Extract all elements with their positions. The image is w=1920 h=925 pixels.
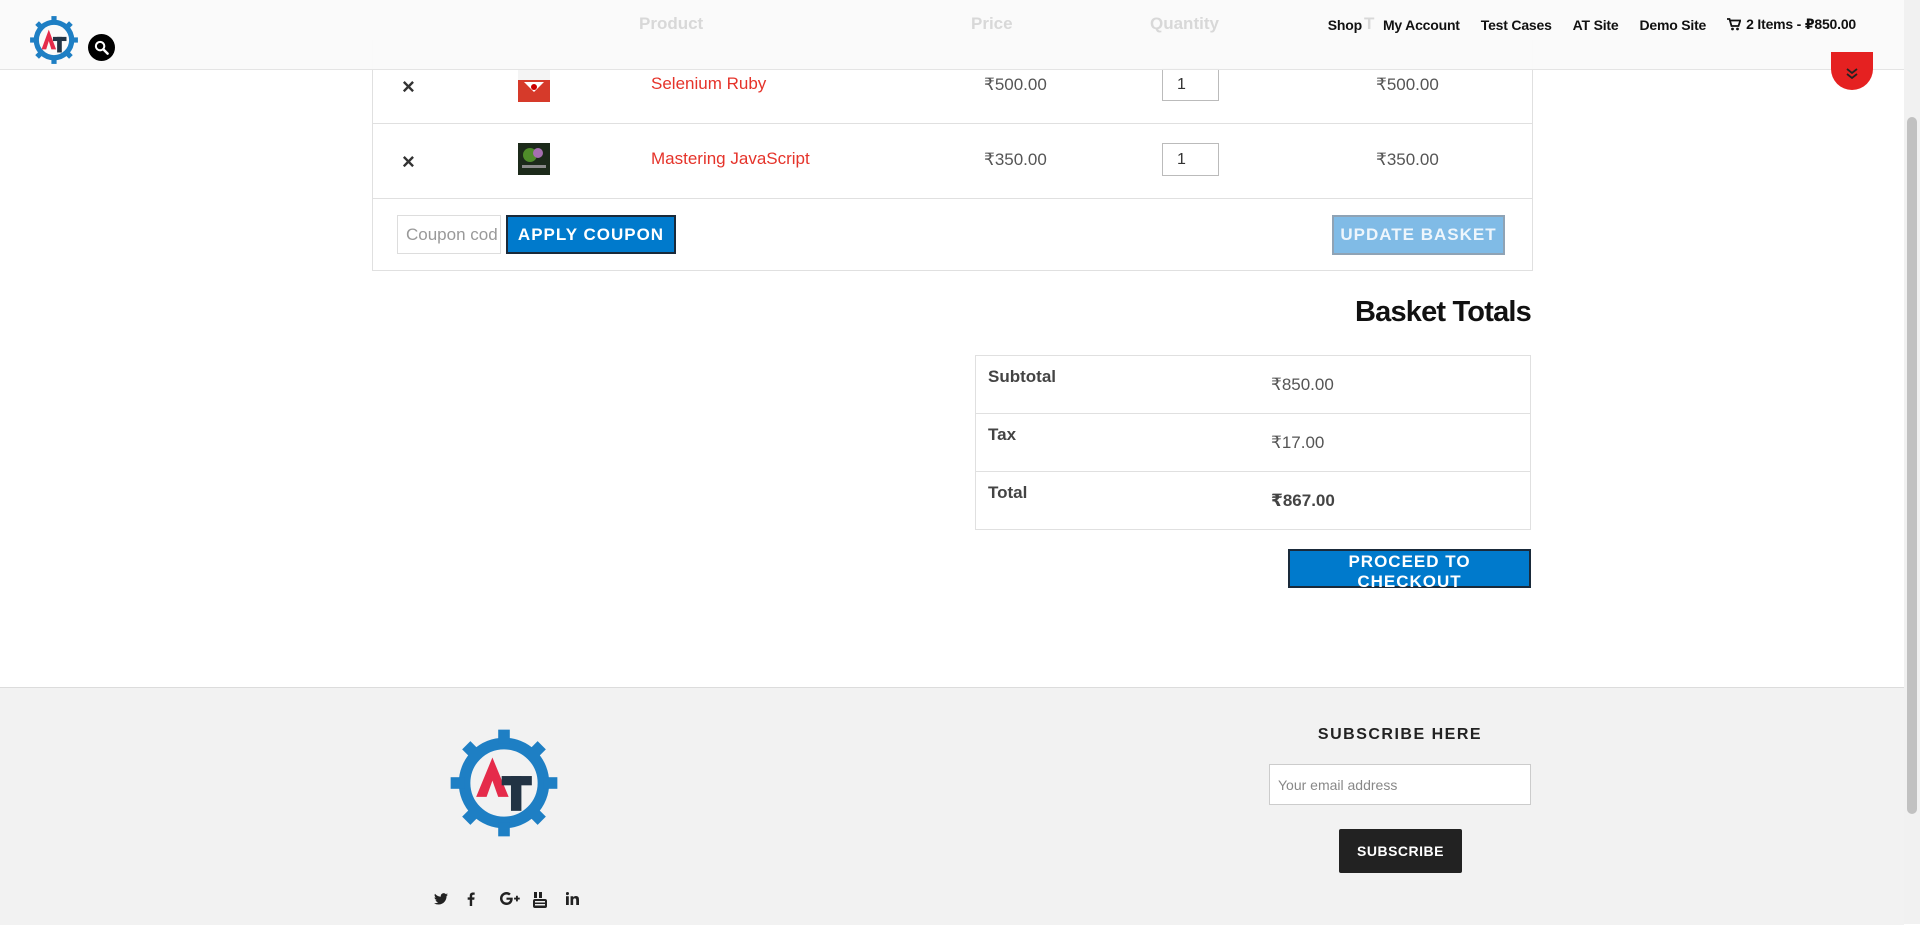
remove-item-button[interactable]: × xyxy=(402,76,415,98)
main-nav: Shop My Account Test Cases AT Site Demo … xyxy=(1328,16,1856,33)
product-link[interactable]: Mastering JavaScript xyxy=(651,149,810,169)
basket-totals-title: Basket Totals xyxy=(1354,296,1532,328)
quantity-input[interactable] xyxy=(1162,143,1219,176)
column-header-price: Price xyxy=(971,14,1013,33)
totals-label: Total xyxy=(988,483,1028,502)
nav-demo-site[interactable]: Demo Site xyxy=(1639,17,1706,33)
search-icon xyxy=(94,40,109,55)
product-subtotal: ₹500.00 xyxy=(1376,75,1439,94)
apply-coupon-button[interactable]: APPLY COUPON xyxy=(506,215,676,254)
double-chevron-down-icon xyxy=(1846,68,1858,80)
cart-icon xyxy=(1727,18,1742,31)
totals-value: ₹867.00 xyxy=(1271,491,1335,510)
page-scrollbar[interactable] xyxy=(1904,0,1920,924)
cart-summary: 2 Items - ₽850.00 xyxy=(1746,16,1856,32)
nav-my-account[interactable]: My Account xyxy=(1383,17,1460,33)
linkedin-icon[interactable] xyxy=(565,892,599,912)
totals-row-tax: Tax ₹17.00 xyxy=(976,414,1530,472)
facebook-icon[interactable] xyxy=(467,892,500,912)
product-subtotal: ₹350.00 xyxy=(1376,150,1439,169)
totals-table: Subtotal ₹850.00 Tax ₹17.00 Total ₹867.0… xyxy=(975,355,1531,530)
site-footer: SUBSCRIBE HERE SUBSCRIBE xyxy=(0,687,1904,925)
remove-item-button[interactable]: × xyxy=(402,151,415,173)
totals-label: Subtotal xyxy=(988,367,1056,386)
totals-label: Tax xyxy=(988,425,1017,444)
product-thumbnail[interactable] xyxy=(518,70,550,102)
product-price: ₹350.00 xyxy=(984,150,1047,169)
cart-table: × Selenium Ruby ₹500.00 ₹500.00 × Master… xyxy=(372,40,1533,271)
totals-row-subtotal: Subtotal ₹850.00 xyxy=(976,356,1530,414)
subscribe-title: SUBSCRIBE HERE xyxy=(1317,726,1483,743)
column-header-product: Product xyxy=(639,14,704,33)
product-price: ₹500.00 xyxy=(984,75,1047,94)
update-basket-button[interactable]: UPDATE BASKET xyxy=(1332,215,1505,255)
coupon-input[interactable] xyxy=(397,215,501,254)
product-link[interactable]: Selenium Ruby xyxy=(651,74,766,94)
product-thumbnail[interactable] xyxy=(518,143,550,175)
site-header: Product Price Quantity T Shop My Account… xyxy=(0,0,1904,70)
quantity-input[interactable] xyxy=(1162,68,1219,101)
nav-cart[interactable]: 2 Items - ₽850.00 xyxy=(1727,16,1856,33)
scroll-top-button[interactable] xyxy=(1831,52,1873,90)
proceed-to-checkout-button[interactable]: PROCEED TO CHECKOUT xyxy=(1288,549,1531,591)
totals-value: ₹850.00 xyxy=(1271,375,1334,394)
twitter-icon[interactable] xyxy=(434,892,467,912)
table-row: × Mastering JavaScript ₹350.00 ₹350.00 xyxy=(373,123,1532,199)
nav-at-site[interactable]: AT Site xyxy=(1573,17,1619,33)
social-links xyxy=(434,892,599,912)
scrollbar-thumb[interactable] xyxy=(1907,117,1917,814)
totals-row-total: Total ₹867.00 xyxy=(976,472,1530,529)
search-button[interactable] xyxy=(88,34,115,61)
google-plus-icon[interactable] xyxy=(499,892,533,912)
subscribe-email-input[interactable] xyxy=(1269,764,1531,805)
nav-test-cases[interactable]: Test Cases xyxy=(1481,17,1552,33)
youtube-icon[interactable] xyxy=(533,892,566,912)
nav-shop[interactable]: Shop xyxy=(1328,17,1362,33)
site-logo[interactable] xyxy=(28,14,80,66)
totals-value: ₹17.00 xyxy=(1271,433,1325,452)
footer-logo[interactable] xyxy=(446,724,562,842)
subscribe-button[interactable]: SUBSCRIBE xyxy=(1339,829,1462,873)
column-header-quantity: Quantity xyxy=(1150,14,1219,33)
